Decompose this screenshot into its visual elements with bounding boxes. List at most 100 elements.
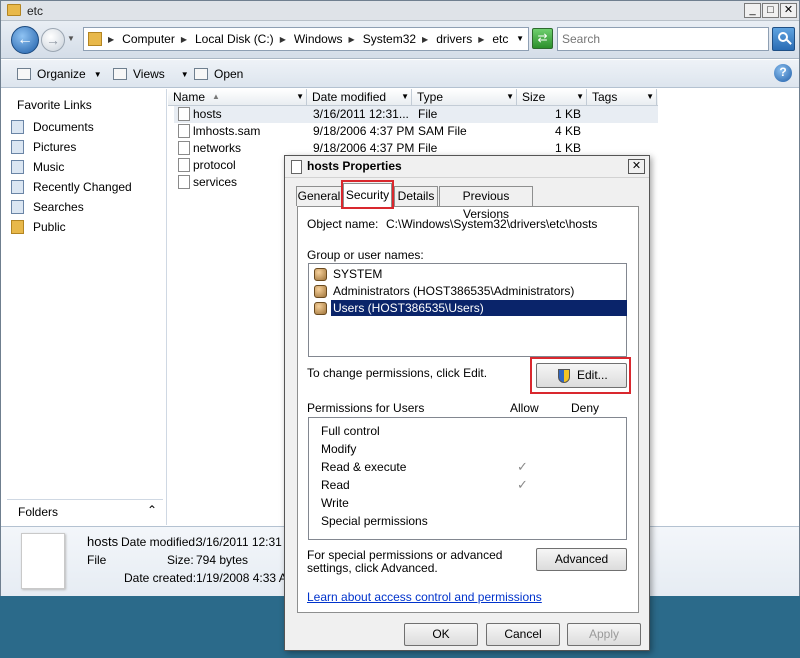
search-input[interactable] <box>557 27 769 51</box>
details-date-created-label: Date created: <box>124 571 197 585</box>
folder-icon <box>88 32 102 46</box>
allow-check-icon: ✓ <box>517 459 528 474</box>
sidebar-item-recently-changed[interactable]: Recently Changed <box>11 178 132 196</box>
apply-button[interactable]: Apply <box>567 623 641 646</box>
tab-general[interactable]: General <box>296 186 342 206</box>
sidebar-item-public[interactable]: Public <box>11 218 66 236</box>
organize-icon <box>17 68 31 80</box>
cancel-button[interactable]: Cancel <box>486 623 560 646</box>
file-icon <box>178 107 190 121</box>
chevron-down-icon[interactable]: ▼ <box>506 89 514 105</box>
chevron-down-icon[interactable]: ▼ <box>576 89 584 105</box>
file-icon <box>178 175 190 189</box>
tab-previous-versions[interactable]: Previous Versions <box>439 186 533 221</box>
recent-icon <box>11 180 24 194</box>
group-names-label: Group or user names: <box>307 248 424 262</box>
group-item[interactable]: Administrators (HOST386535\Administrator… <box>311 283 624 300</box>
breadcrumb-separator[interactable]: ▶ <box>108 32 122 46</box>
file-thumbnail-icon <box>21 533 65 589</box>
views-button[interactable]: Views ▼ <box>113 65 189 83</box>
refresh-button[interactable]: ⇄ <box>532 28 553 49</box>
details-size: 794 bytes <box>196 553 249 567</box>
tab-details[interactable]: Details <box>394 186 438 206</box>
open-button[interactable]: Open <box>194 65 243 83</box>
folder-icon <box>11 220 24 234</box>
column-header-name[interactable]: Name ▲ ▼ <box>168 89 307 106</box>
security-tab-highlight <box>341 180 394 209</box>
breadcrumb-item[interactable]: Windows ▶ <box>294 32 363 46</box>
column-header-row: Name ▲ ▼ Date modified ▼ Type ▼ Size ▼ Tags ▼ <box>168 89 658 106</box>
group-item[interactable]: SYSTEM <box>311 266 624 283</box>
recent-pages-chevron-icon[interactable]: ▼ <box>67 34 75 43</box>
chevron-down-icon[interactable]: ▼ <box>296 89 304 105</box>
sidebar-item-music[interactable]: Music <box>11 158 64 176</box>
details-file-type: File <box>87 553 107 567</box>
address-dropdown-icon[interactable]: ▼ <box>516 34 524 43</box>
breadcrumb-item[interactable]: Local Disk (C:) ▶ <box>195 32 294 46</box>
advanced-button[interactable]: Advanced <box>536 548 627 571</box>
permission-item: Special permissions <box>321 514 428 528</box>
folders-label: Folders <box>18 505 59 519</box>
dialog-close-button[interactable]: ✕ <box>628 159 645 174</box>
file-icon <box>178 141 190 155</box>
minimize-button[interactable]: _ <box>744 3 761 18</box>
user-group-icon <box>314 285 327 298</box>
file-row[interactable]: hosts 3/16/2011 12:31... File 1 KB <box>174 106 658 123</box>
user-group-icon <box>314 268 327 281</box>
column-header-size[interactable]: Size ▼ <box>517 89 587 106</box>
folders-toggle[interactable]: Folders ⌃ <box>7 499 163 523</box>
folder-icon <box>7 4 21 16</box>
group-list[interactable]: SYSTEM Administrators (HOST386535\Admini… <box>308 263 627 357</box>
maximize-button[interactable]: □ <box>762 3 779 18</box>
chevron-down-icon[interactable]: ▼ <box>401 89 409 105</box>
learn-access-control-link[interactable]: Learn about access control and permissio… <box>307 590 542 604</box>
breadcrumb-item[interactable]: Computer ▶ <box>122 32 195 46</box>
details-file-name: hosts <box>87 534 119 549</box>
special-permissions-text: For special permissions or advanced sett… <box>307 548 503 575</box>
file-icon <box>178 158 190 172</box>
forward-button[interactable]: → <box>41 28 65 52</box>
title-bar: etc _ □ ✕ <box>1 1 799 21</box>
sidebar-item-searches[interactable]: Searches <box>11 198 84 216</box>
documents-icon <box>11 120 24 134</box>
views-icon <box>113 68 127 80</box>
breadcrumb-item[interactable]: etc <box>492 32 508 46</box>
back-button[interactable]: ← <box>11 26 39 54</box>
organize-button[interactable]: Organize ▼ <box>17 65 102 83</box>
permissions-list: Full control Modify Read & execute ✓ Rea… <box>308 417 627 540</box>
close-button[interactable]: ✕ <box>780 3 797 18</box>
permissions-label: Permissions for Users <box>307 401 425 415</box>
sidebar-item-documents[interactable]: Documents <box>11 118 94 136</box>
help-icon[interactable]: ? <box>774 64 792 82</box>
chevron-down-icon[interactable]: ▼ <box>646 89 654 105</box>
pictures-icon <box>11 140 24 154</box>
details-date-modified-label: Date modified: <box>121 535 199 549</box>
sidebar-item-pictures[interactable]: Pictures <box>11 138 76 156</box>
allow-check-icon: ✓ <box>517 477 528 492</box>
ok-button[interactable]: OK <box>404 623 478 646</box>
details-date-created: 1/19/2008 4:33 AN <box>196 571 296 585</box>
details-date-modified: 3/16/2011 12:31 F <box>196 535 293 549</box>
edit-button[interactable]: Edit... <box>536 363 627 388</box>
column-header-date[interactable]: Date modified ▼ <box>307 89 412 106</box>
breadcrumb-item[interactable]: drivers ▶ <box>436 32 492 46</box>
allow-column-label: Allow <box>510 401 539 415</box>
permission-item: Read & execute <box>321 460 407 474</box>
properties-dialog: hosts Properties ✕ General Security Deta… <box>284 155 650 651</box>
file-row[interactable]: lmhosts.sam 9/18/2006 4:37 PM SAM File 4… <box>174 123 658 140</box>
search-button[interactable] <box>772 27 795 51</box>
details-size-label: Size: <box>167 553 194 567</box>
breadcrumb-item[interactable]: System32 ▶ <box>363 32 437 46</box>
column-header-tags[interactable]: Tags ▼ <box>587 89 657 106</box>
deny-column-label: Deny <box>571 401 600 415</box>
command-bar: Organize ▼ Views ▼ Open <box>1 60 799 88</box>
group-item-selected[interactable]: Users (HOST386535\Users) <box>311 300 627 317</box>
breadcrumb: ▶ Computer ▶ Local Disk (C:) ▶ Windows ▶ Sy… <box>108 32 508 46</box>
address-bar[interactable]: ▶ Computer ▶ Local Disk (C:) ▶ Windows ▶ Sy… <box>83 27 529 51</box>
permission-item: Full control <box>321 424 380 438</box>
permission-item: Write <box>321 496 349 510</box>
open-icon <box>194 68 208 80</box>
column-header-type[interactable]: Type ▼ <box>412 89 517 106</box>
chevron-up-icon: ⌃ <box>147 503 158 517</box>
favorite-links-title: Favorite Links <box>17 98 92 112</box>
